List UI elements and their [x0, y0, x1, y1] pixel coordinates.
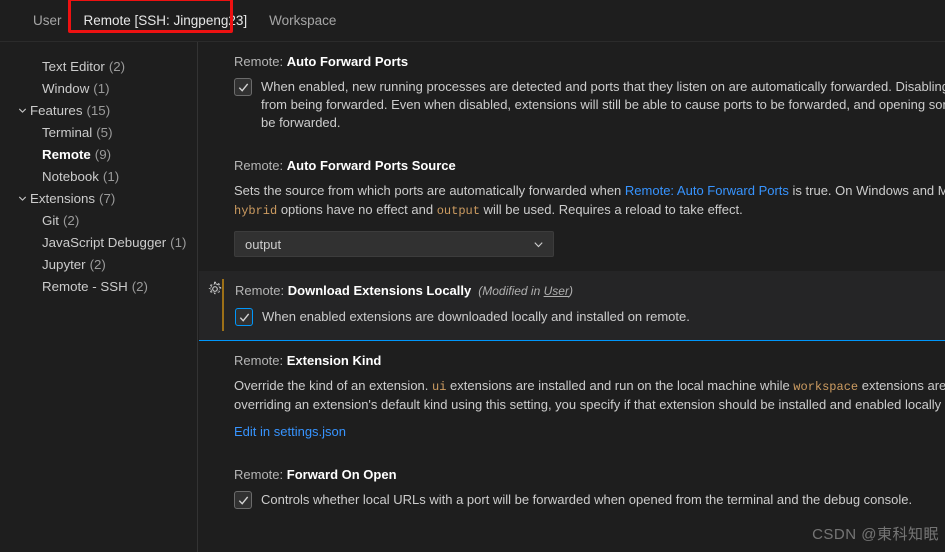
toc-item-count: (2) [108, 58, 126, 74]
setting-name: Download Extensions Locally [287, 283, 472, 298]
setting-title: Remote: Auto Forward Ports Source [234, 156, 945, 175]
setting-name: Extension Kind [286, 353, 382, 368]
setting-category: Remote: [234, 467, 287, 482]
toc-item-count: (5) [96, 124, 113, 140]
settings-scope-tabbar: User Remote [SSH: Jingpeng23] Workspace [0, 0, 945, 42]
setting-name: Forward On Open [286, 467, 397, 482]
dropdown-auto-forward-ports-source[interactable]: output [234, 231, 554, 257]
chevron-down-icon[interactable] [14, 193, 30, 204]
toc-item-count: (1) [170, 234, 187, 250]
setting-description: Override the kind of an extension. ui ex… [234, 377, 945, 414]
toc-item-text-editor[interactable]: Text Editor (2) [0, 55, 197, 77]
desc-code: hybrid [234, 204, 278, 218]
chevron-down-icon [532, 238, 545, 251]
desc-code: ui [432, 380, 447, 394]
setting-title: Remote: Extension Kind [234, 351, 945, 370]
setting-description: When enabled extensions are downloaded l… [262, 309, 690, 324]
setting-link-auto-forward-ports[interactable]: Remote: Auto Forward Ports [625, 183, 789, 198]
setting-row-forward-on-open[interactable]: Remote: Forward On Open Controls whether… [199, 455, 945, 523]
checkbox-download-extensions-locally[interactable] [235, 308, 253, 326]
setting-description: Controls whether local URLs with a port … [261, 492, 913, 507]
toc-item-remote-ssh[interactable]: Remote - SSH (2) [0, 275, 197, 297]
tab-remote-wrapper: Remote [SSH: Jingpeng23] [67, 0, 259, 35]
modified-suffix: ) [568, 284, 573, 298]
setting-row-download-extensions-locally[interactable]: Remote: Download Extensions Locally (Modi… [199, 271, 945, 341]
setting-category: Remote: [234, 158, 287, 173]
setting-name: Auto Forward Ports [286, 54, 409, 69]
setting-row-auto-forward-ports[interactable]: Remote: Auto Forward Ports When enabled,… [199, 42, 945, 146]
toc-item-window[interactable]: Window (1) [0, 77, 197, 99]
edit-in-settings-json-link[interactable]: Edit in settings.json [234, 424, 346, 439]
setting-description: When enabled, new running processes are … [261, 79, 945, 130]
toc-item-label: Window [42, 80, 90, 96]
toc-item-label: Features [30, 102, 83, 118]
setting-title: Remote: Download Extensions Locally (Modi… [235, 281, 945, 301]
tab-user[interactable]: User [22, 6, 73, 35]
setting-name: Auto Forward Ports Source [286, 158, 456, 173]
toc-item-count: (15) [86, 102, 111, 118]
desc-code: workspace [793, 380, 859, 394]
toc-item-notebook[interactable]: Notebook (1) [0, 165, 197, 187]
toc-item-git[interactable]: Git (2) [0, 209, 197, 231]
desc-part: Override the kind of an extension. [234, 378, 433, 393]
setting-body: Controls whether local URLs with a port … [234, 491, 945, 509]
setting-description: Sets the source from which ports are aut… [234, 182, 945, 220]
toc-item-count: (1) [93, 80, 110, 96]
toc-item-count: (1) [102, 168, 120, 184]
toc-item-label: Jupyter [42, 256, 86, 272]
toc-item-label: Notebook [42, 168, 99, 184]
toc-item-extensions[interactable]: Extensions (7) [0, 187, 197, 209]
desc-part: options have no effect and [277, 202, 437, 217]
setting-body: When enabled, new running processes are … [234, 78, 945, 132]
toc-item-label: Git [42, 212, 59, 228]
desc-part: will be used. Requires a reload to take … [479, 202, 743, 217]
desc-code: output [436, 204, 480, 218]
toc-item-label: Remote [42, 146, 91, 162]
settings-toc-tree[interactable]: Text Editor (2) Window (1) Features (15)… [0, 42, 198, 552]
gear-icon[interactable] [207, 281, 223, 297]
desc-part: Sets the source from which ports are aut… [234, 183, 625, 198]
modified-scope-link[interactable]: User [544, 284, 569, 298]
dropdown-value: output [245, 236, 282, 252]
setting-body: When enabled extensions are downloaded l… [235, 308, 945, 326]
setting-title: Remote: Forward On Open [234, 465, 945, 484]
desc-part: extensions are installed and run on the … [446, 378, 794, 393]
toc-item-count: (9) [94, 146, 112, 162]
toc-item-features[interactable]: Features (15) [0, 99, 197, 121]
chevron-down-icon[interactable] [14, 105, 30, 116]
toc-item-label: Text Editor [42, 58, 105, 74]
checkbox-forward-on-open[interactable] [234, 491, 252, 509]
modified-indicator-bar [222, 279, 224, 331]
toc-item-count: (7) [99, 190, 116, 206]
setting-category: Remote: [234, 54, 287, 69]
desc-part: is true. On Windows and Mac remotes, the [792, 183, 945, 198]
toc-item-remote[interactable]: Remote (9) [0, 143, 197, 165]
settings-editor-window: User Remote [SSH: Jingpeng23] Workspace … [0, 0, 945, 552]
toc-item-label: Remote - SSH [42, 278, 128, 294]
setting-title: Remote: Auto Forward Ports [234, 52, 945, 71]
toc-item-label: Terminal [42, 124, 93, 140]
setting-category: Remote: [235, 283, 288, 298]
modified-prefix: (Modified in [478, 284, 544, 298]
setting-row-auto-forward-ports-source[interactable]: Remote: Auto Forward Ports Source Sets t… [199, 146, 945, 271]
toc-item-count: (2) [63, 212, 80, 228]
tab-workspace[interactable]: Workspace [258, 6, 347, 35]
settings-list[interactable]: Remote: Auto Forward Ports When enabled,… [199, 42, 945, 552]
toc-item-count: (2) [89, 256, 106, 272]
toc-item-jupyter[interactable]: Jupyter (2) [0, 253, 197, 275]
setting-row-extension-kind[interactable]: Remote: Extension Kind Override the kind… [199, 341, 945, 455]
tab-remote-ssh[interactable]: Remote [SSH: Jingpeng23] [73, 6, 259, 35]
toc-item-terminal[interactable]: Terminal (5) [0, 121, 197, 143]
toc-item-label: Extensions [30, 190, 96, 206]
checkbox-auto-forward-ports[interactable] [234, 78, 252, 96]
setting-modified-indicator: (Modified in User) [478, 284, 573, 298]
setting-category: Remote: [234, 353, 287, 368]
toc-item-javascript-debugger[interactable]: JavaScript Debugger (1) [0, 231, 197, 253]
toc-item-label: JavaScript Debugger [42, 234, 167, 250]
toc-item-count: (2) [131, 278, 148, 294]
